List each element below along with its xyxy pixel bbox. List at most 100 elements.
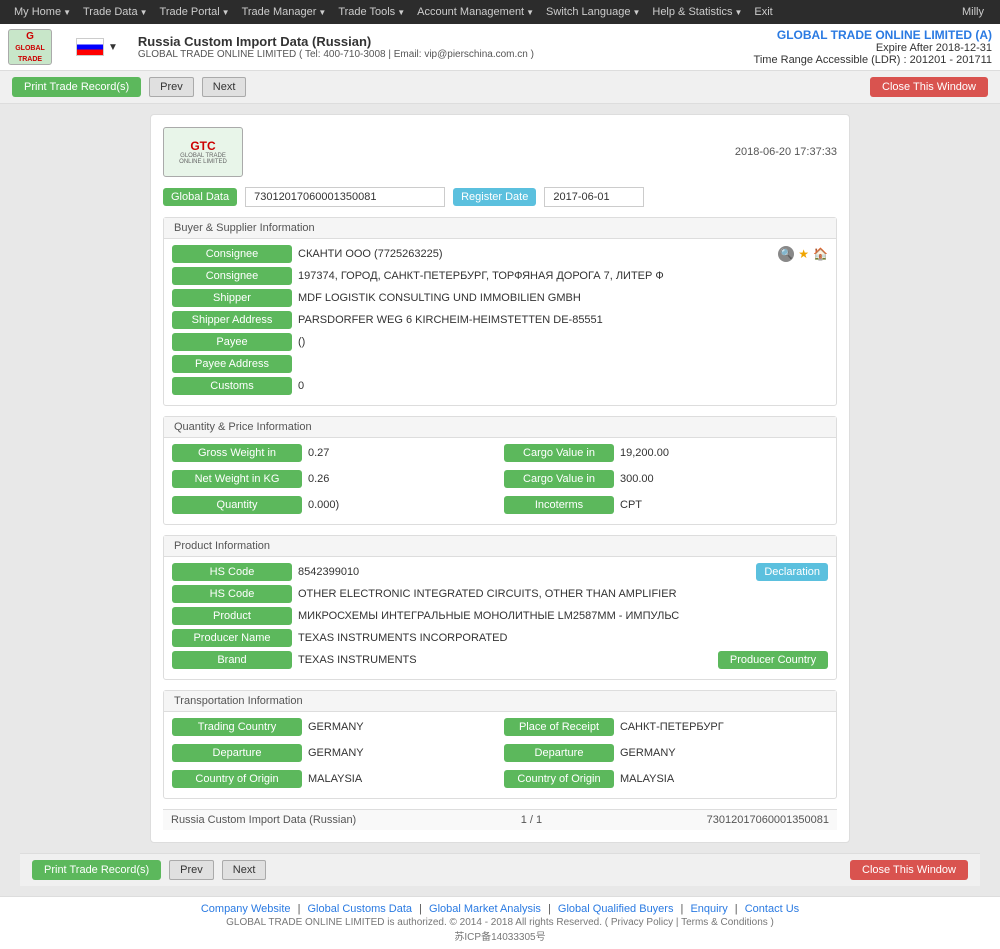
prev-button[interactable]: Prev	[149, 77, 194, 97]
product-section: Product Information HS Code 8542399010 D…	[163, 535, 837, 680]
record-footer: Russia Custom Import Data (Russian) 1 / …	[163, 809, 837, 830]
record-header: GTC GLOBAL TRADEONLINE LIMITED 2018-06-2…	[163, 127, 837, 177]
footer-link-contact[interactable]: Contact Us	[745, 903, 799, 915]
cargo-value1-row: Cargo Value in 19,200.00	[504, 444, 828, 462]
quantity-label: Quantity	[172, 496, 302, 514]
consignee-name-value: СКАНТИ ООО (7725263225)	[298, 248, 772, 260]
buyer-supplier-body: Consignee СКАНТИ ООО (7725263225) 🔍 ★ 🏠 …	[164, 239, 836, 405]
place-receipt-value: САНКТ-ПЕТЕРБУРГ	[620, 721, 828, 733]
cargo-value1-label: Cargo Value in	[504, 444, 614, 462]
gross-weight-row: Gross Weight in 0.27	[172, 444, 496, 462]
footer-link-customs[interactable]: Global Customs Data	[308, 903, 413, 915]
header-logo: GGLOBAL TRADE ▼ Russia Custom Import Dat…	[8, 29, 534, 65]
producer-name-value: TEXAS INSTRUMENTS INCORPORATED	[298, 632, 828, 644]
shipper-value: MDF LOGISTIK CONSULTING UND IMMOBILIEN G…	[298, 292, 828, 304]
payee-addr-label: Payee Address	[172, 355, 292, 373]
shipper-label: Shipper	[172, 289, 292, 307]
register-date-value: 2017-06-01	[544, 187, 644, 207]
customs-value: 0	[298, 380, 828, 392]
declaration-button[interactable]: Declaration	[756, 563, 828, 581]
hs-code2-label: HS Code	[172, 585, 292, 603]
consignee-icons: 🔍 ★ 🏠	[778, 246, 828, 262]
shipper-addr-label: Shipper Address	[172, 311, 292, 329]
consignee-addr-value: 197374, ГОРОД, САНКТ-ПЕТЕРБУРГ, ТОРФЯНАЯ…	[298, 270, 828, 282]
place-receipt-label: Place of Receipt	[504, 718, 614, 736]
nav-tradedata[interactable]: Trade Data ▼	[77, 0, 154, 24]
country-origin1-value: MALAYSIA	[308, 773, 496, 785]
main-content: GTC GLOBAL TRADEONLINE LIMITED 2018-06-2…	[0, 104, 1000, 896]
cargo-value1-value: 19,200.00	[620, 447, 828, 459]
shipper-addr-value: PARSDORFER WEG 6 KIRCHEIM-HEIMSTETTEN DE…	[298, 314, 828, 326]
country-origin2-label: Country of Origin	[504, 770, 614, 788]
flag-dropdown[interactable]: ▼	[108, 42, 118, 53]
place-receipt-row: Place of Receipt САНКТ-ПЕТЕРБУРГ	[504, 718, 828, 736]
next-bottom-button[interactable]: Next	[222, 860, 267, 880]
cargo-value2-value: 300.00	[620, 473, 828, 485]
nav-switchlanguage[interactable]: Switch Language ▼	[540, 0, 646, 24]
footer-link-enquiry[interactable]: Enquiry	[690, 903, 727, 915]
producer-name-label: Producer Name	[172, 629, 292, 647]
trading-country-value: GERMANY	[308, 721, 496, 733]
footer-link-buyers[interactable]: Global Qualified Buyers	[558, 903, 674, 915]
payee-addr-row: Payee Address	[172, 355, 828, 373]
footer-left: Russia Custom Import Data (Russian)	[171, 814, 356, 826]
print-button[interactable]: Print Trade Record(s)	[12, 77, 141, 97]
brand-label: Brand	[172, 651, 292, 669]
footer-middle: 1 / 1	[521, 814, 542, 826]
next-button[interactable]: Next	[202, 77, 247, 97]
print-bottom-button[interactable]: Print Trade Record(s)	[32, 860, 161, 880]
payee-label: Payee	[172, 333, 292, 351]
product-row: Product МИКРОСХЕМЫ ИНТЕГРАЛЬНЫЕ МОНОЛИТН…	[172, 607, 828, 625]
home-icon[interactable]: 🏠	[813, 247, 828, 261]
cargo-value2-label: Cargo Value in	[504, 470, 614, 488]
payee-value: ()	[298, 336, 828, 348]
record-datetime: 2018-06-20 17:37:33	[735, 146, 837, 158]
hs-code1-label: HS Code	[172, 563, 292, 581]
country-origin1-label: Country of Origin	[172, 770, 302, 788]
footer-icp: 苏ICP备14033305号	[12, 928, 988, 943]
net-weight-label: Net Weight in KG	[172, 470, 302, 488]
hs-code1-row: HS Code 8542399010 Declaration	[172, 563, 828, 581]
site-footer: Company Website | Global Customs Data | …	[0, 896, 1000, 949]
nav-tradetools[interactable]: Trade Tools ▼	[332, 0, 411, 24]
nav-helpstatistics[interactable]: Help & Statistics ▼	[646, 0, 748, 24]
star-icon[interactable]: ★	[798, 247, 809, 261]
country-origin2-value: MALAYSIA	[620, 773, 828, 785]
producer-country-button[interactable]: Producer Country	[718, 651, 828, 669]
nav-myhome[interactable]: My Home ▼	[8, 0, 77, 24]
departure1-value: GERMANY	[308, 747, 496, 759]
record-card: GTC GLOBAL TRADEONLINE LIMITED 2018-06-2…	[150, 114, 850, 843]
quantity-row: Quantity 0.000)	[172, 496, 496, 514]
global-data-row: Global Data 73012017060001350081 Registe…	[163, 187, 837, 207]
net-weight-value: 0.26	[308, 473, 496, 485]
quantity-section: Quantity & Price Information Gross Weigh…	[163, 416, 837, 525]
nav-exit[interactable]: Exit	[748, 0, 778, 24]
footer-copyright: GLOBAL TRADE ONLINE LIMITED is authorize…	[12, 917, 988, 928]
footer-link-market[interactable]: Global Market Analysis	[429, 903, 541, 915]
transport-section: Transportation Information Trading Count…	[163, 690, 837, 799]
consignee-name-label: Consignee	[172, 245, 292, 263]
nav-trademanager[interactable]: Trade Manager ▼	[236, 0, 333, 24]
departure1-row: Departure GERMANY	[172, 744, 496, 762]
footer-link-website[interactable]: Company Website	[201, 903, 291, 915]
bottom-toolbar: Print Trade Record(s) Prev Next Close Th…	[20, 853, 980, 886]
consignee-addr-row: Consignee 197374, ГОРОД, САНКТ-ПЕТЕРБУРГ…	[172, 267, 828, 285]
departure2-label: Departure	[504, 744, 614, 762]
prev-bottom-button[interactable]: Prev	[169, 860, 214, 880]
footer-right: 73012017060001350081	[707, 814, 829, 826]
close-bottom-button[interactable]: Close This Window	[850, 860, 968, 880]
brand-row: Brand TEXAS INSTRUMENTS Producer Country	[172, 651, 828, 669]
gross-weight-value: 0.27	[308, 447, 496, 459]
nav-tradeportal[interactable]: Trade Portal ▼	[154, 0, 236, 24]
quantity-header: Quantity & Price Information	[164, 417, 836, 438]
transport-body: Trading Country GERMANY Place of Receipt…	[164, 712, 836, 798]
product-value: МИКРОСХЕМЫ ИНТЕГРАЛЬНЫЕ МОНОЛИТНЫЕ LM258…	[298, 610, 828, 622]
producer-name-row: Producer Name TEXAS INSTRUMENTS INCORPOR…	[172, 629, 828, 647]
flag-area: ▼	[76, 38, 118, 56]
search-icon[interactable]: 🔍	[778, 246, 794, 262]
product-body: HS Code 8542399010 Declaration HS Code O…	[164, 557, 836, 679]
nav-accountmanagement[interactable]: Account Management ▼	[411, 0, 540, 24]
close-button[interactable]: Close This Window	[870, 77, 988, 97]
country-origin1-row: Country of Origin MALAYSIA	[172, 770, 496, 788]
payee-row: Payee ()	[172, 333, 828, 351]
